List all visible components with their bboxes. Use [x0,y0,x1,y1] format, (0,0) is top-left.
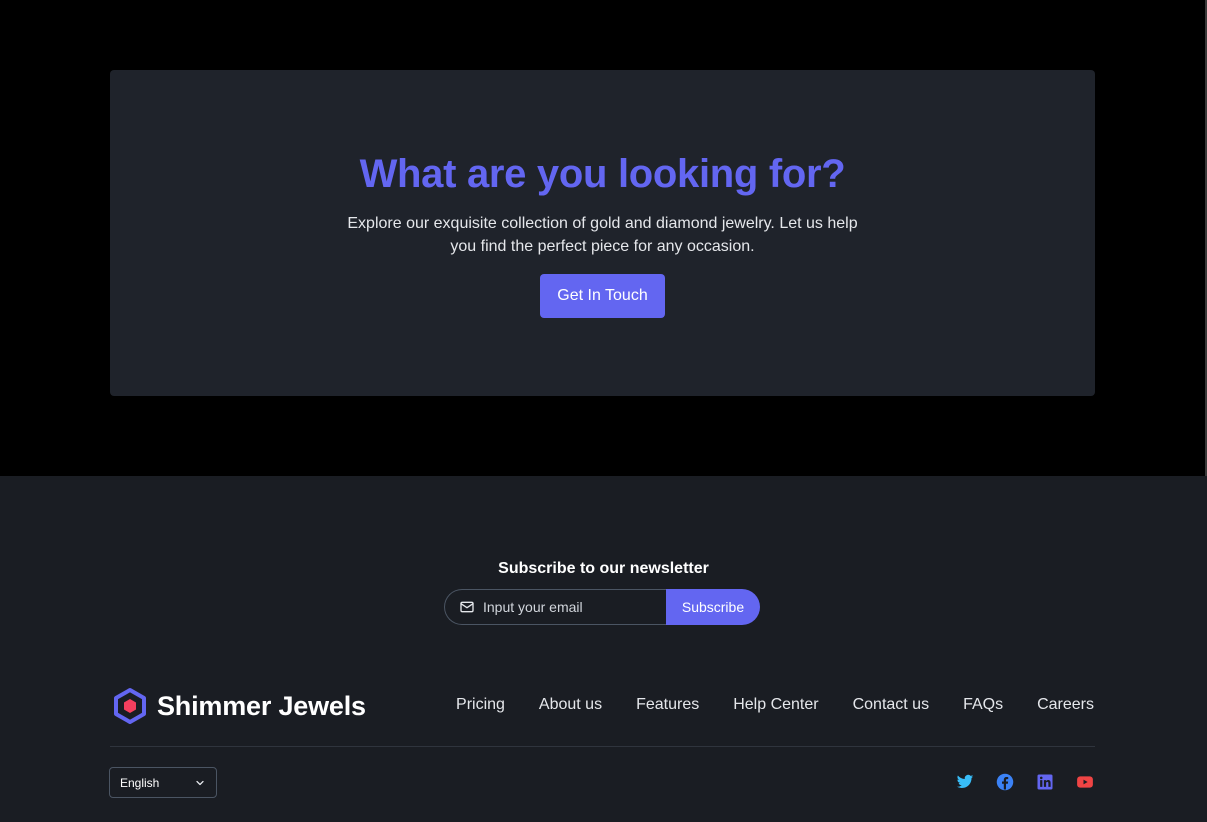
footer-link-features[interactable]: Features [636,696,699,714]
brand[interactable]: Shimmer Jewels [112,687,366,725]
facebook-link[interactable] [996,773,1014,791]
email-input[interactable] [483,599,658,615]
twitter-icon [956,774,974,789]
newsletter-form: Subscribe [444,589,760,625]
footer-divider [110,746,1095,747]
language-select[interactable]: English [109,767,217,798]
cta-card: What are you looking for? Explore our ex… [110,70,1095,396]
footer-link-help-center[interactable]: Help Center [733,696,818,714]
subscribe-button[interactable]: Subscribe [666,589,760,625]
brand-name: Shimmer Jewels [157,690,366,721]
linkedin-link[interactable] [1036,773,1054,791]
footer: Subscribe to our newsletter Subscribe Sh… [0,476,1207,822]
social-links [956,773,1094,791]
language-selected: English [120,775,160,790]
email-field-wrapper[interactable] [444,589,666,625]
linkedin-icon [1037,774,1053,790]
hexagon-logo-icon [114,688,146,724]
footer-link-faqs[interactable]: FAQs [963,696,1003,714]
cta-description: Explore our exquisite collection of gold… [347,215,858,255]
twitter-link[interactable] [956,773,974,791]
mail-icon [460,601,474,613]
facebook-icon [996,773,1014,791]
footer-link-about-us[interactable]: About us [539,696,602,714]
footer-nav: Pricing About us Features Help Center Co… [456,696,1094,714]
chevron-down-icon [196,780,204,785]
cta-title: What are you looking for? [359,152,846,196]
youtube-link[interactable] [1076,773,1094,791]
youtube-icon [1077,776,1093,788]
footer-link-pricing[interactable]: Pricing [456,696,505,714]
get-in-touch-button[interactable]: Get In Touch [540,274,665,318]
footer-link-contact-us[interactable]: Contact us [853,696,929,714]
newsletter-title: Subscribe to our newsletter [498,560,709,577]
cta-section: What are you looking for? Explore our ex… [0,0,1205,476]
footer-link-careers[interactable]: Careers [1037,696,1094,714]
